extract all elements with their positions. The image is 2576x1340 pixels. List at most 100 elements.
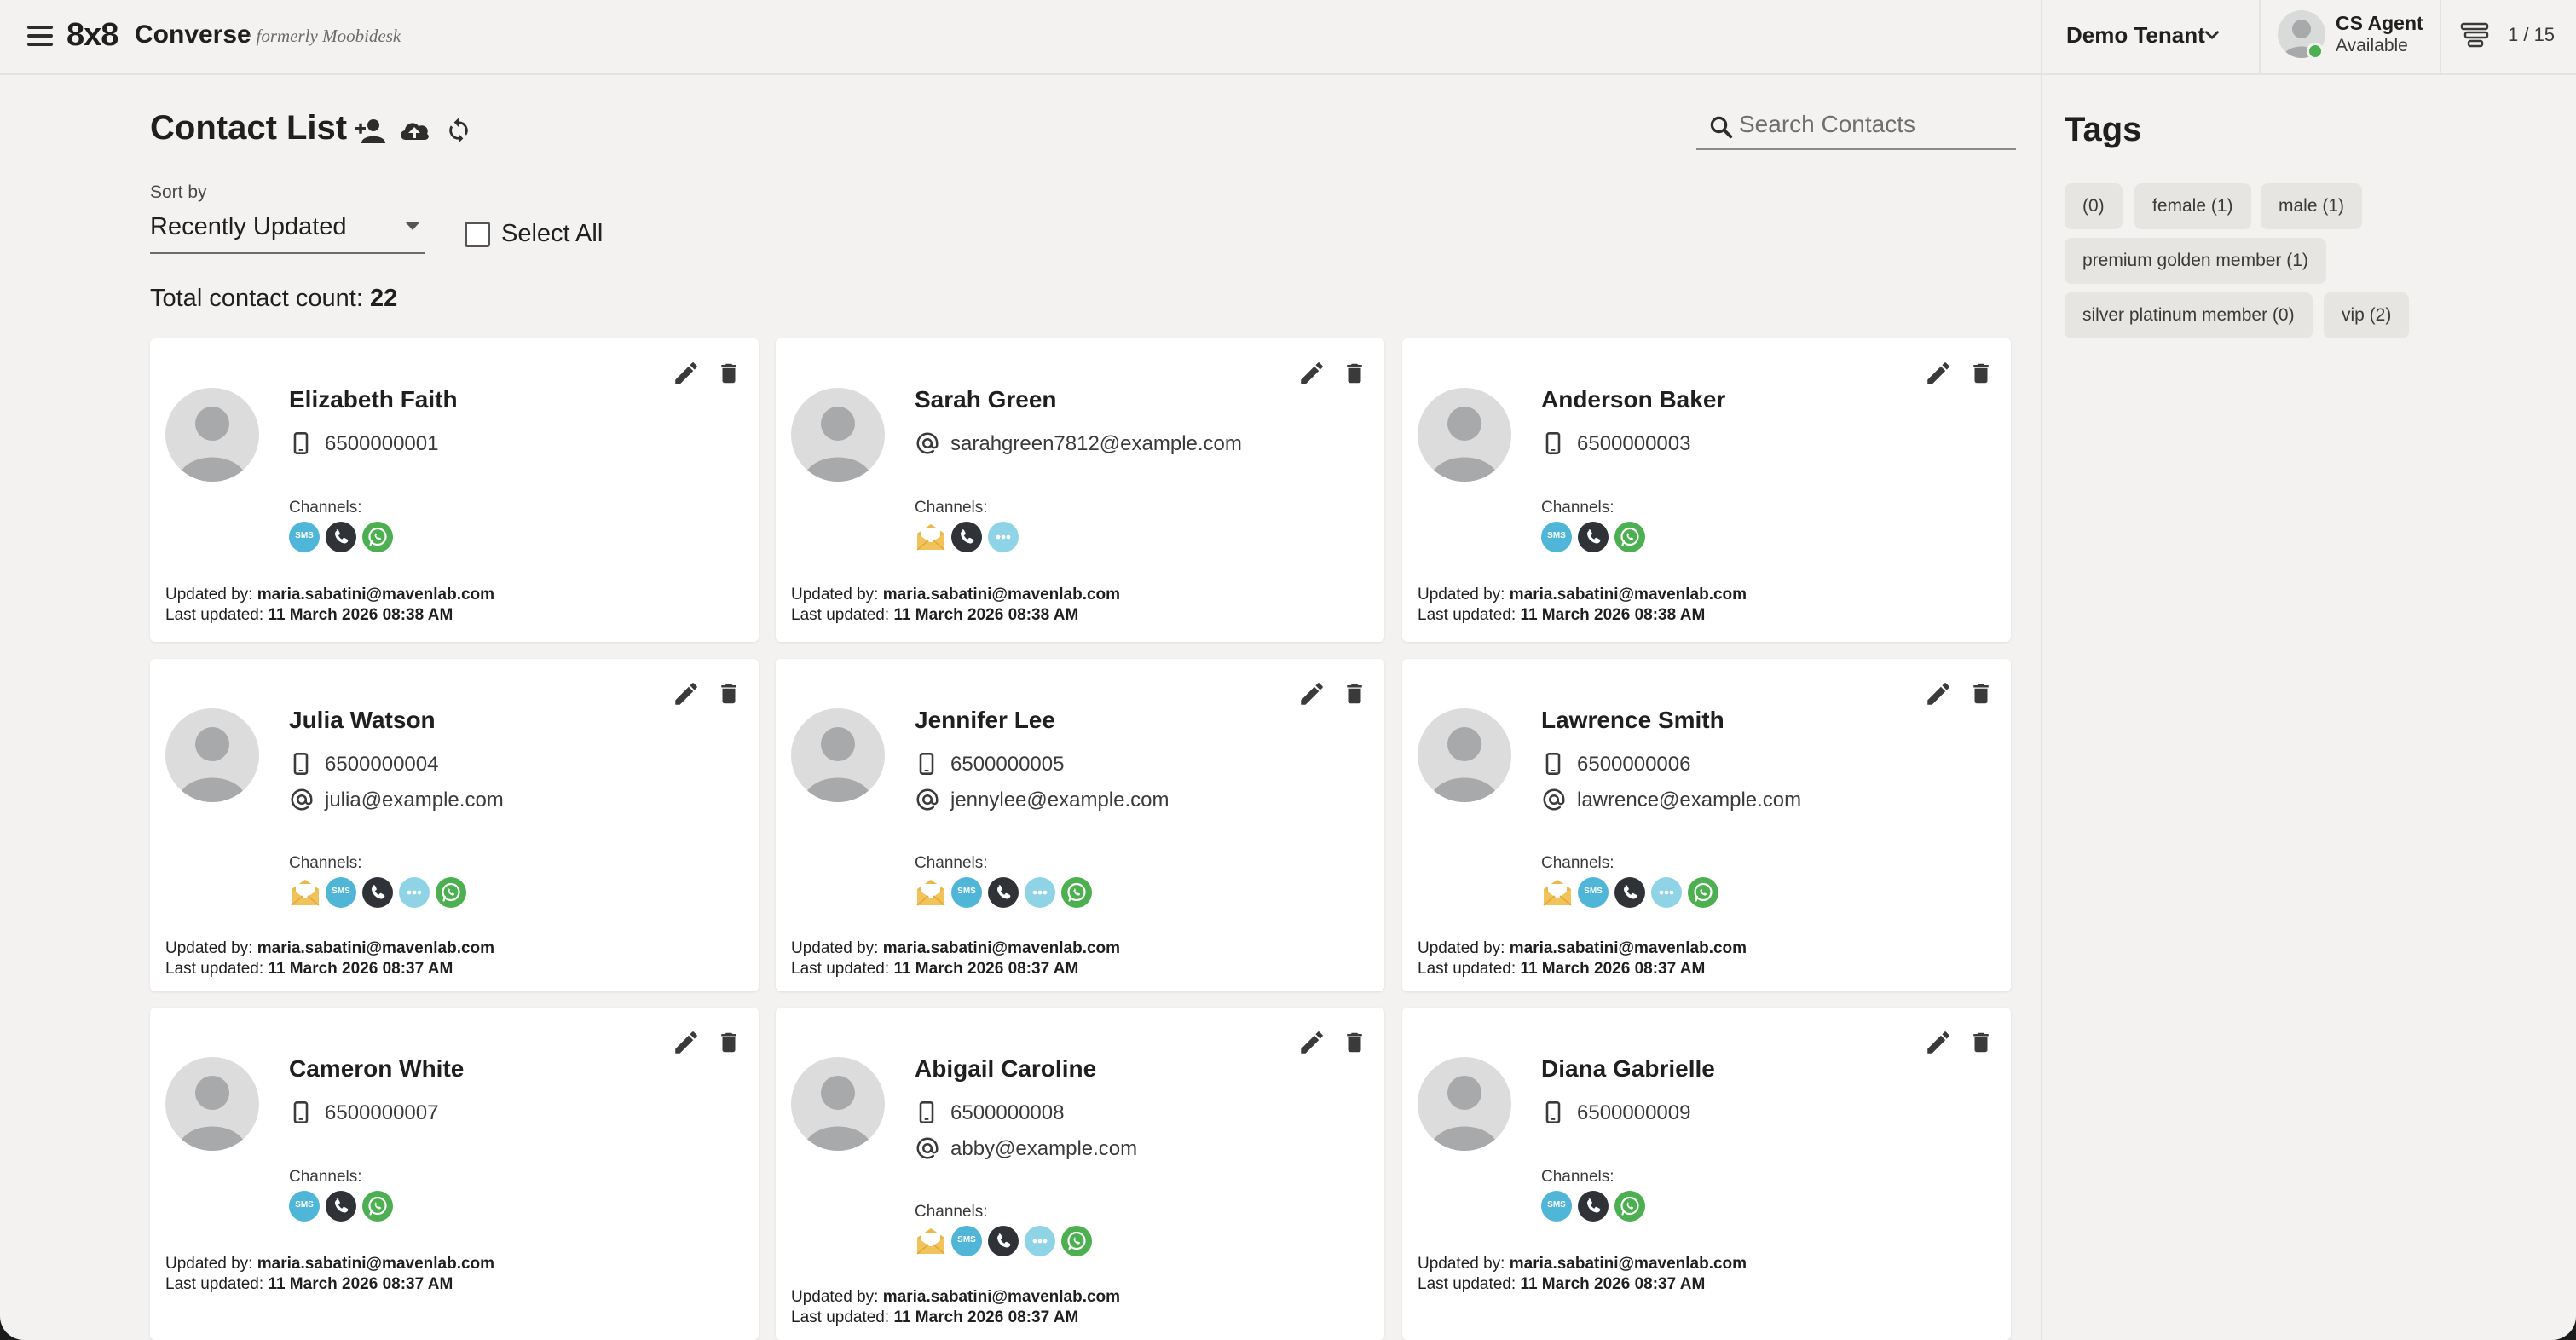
webchat-channel-icon[interactable]	[1651, 877, 1682, 908]
sms-channel-icon[interactable]: SMS	[951, 877, 982, 908]
edit-icon[interactable]	[672, 679, 701, 713]
avatar[interactable]	[1418, 1057, 1511, 1151]
add-contact-icon[interactable]	[355, 116, 387, 145]
contact-name[interactable]: Jennifer Lee	[915, 707, 1055, 734]
edit-icon[interactable]	[672, 359, 701, 392]
contact-name[interactable]: Lawrence Smith	[1541, 707, 1724, 734]
contact-name[interactable]: Elizabeth Faith	[289, 386, 458, 413]
edit-icon[interactable]	[1297, 1028, 1326, 1061]
contact-card[interactable]: Anderson Baker 6500000003 Channels: SMS Upda…	[1402, 338, 2011, 642]
phone-channel-icon[interactable]	[1578, 522, 1609, 552]
contact-card[interactable]: Cameron White 6500000007 Channels: SMS Updat…	[150, 1008, 759, 1340]
email-channel-icon[interactable]	[289, 877, 320, 908]
whatsapp-channel-icon[interactable]	[362, 1191, 393, 1222]
sms-channel-icon[interactable]: SMS	[289, 1191, 320, 1222]
delete-icon[interactable]	[1968, 679, 1994, 713]
refresh-icon[interactable]	[445, 116, 472, 145]
edit-icon[interactable]	[1297, 679, 1326, 713]
delete-icon[interactable]	[716, 679, 742, 713]
tag-chip[interactable]: female (1)	[2134, 183, 2251, 229]
sms-channel-icon[interactable]: SMS	[1541, 1191, 1572, 1222]
whatsapp-channel-icon[interactable]	[1614, 522, 1645, 552]
contact-name[interactable]: Anderson Baker	[1541, 386, 1725, 413]
phone-channel-icon[interactable]	[1578, 1191, 1609, 1222]
email-channel-icon[interactable]	[915, 522, 945, 552]
sms-channel-icon[interactable]: SMS	[326, 877, 356, 908]
select-all-label[interactable]: Select All	[501, 220, 603, 248]
edit-icon[interactable]	[1297, 359, 1326, 392]
delete-icon[interactable]	[1342, 679, 1367, 713]
menu-icon[interactable]	[27, 26, 53, 46]
webchat-channel-icon[interactable]	[1025, 877, 1055, 908]
edit-icon[interactable]	[1924, 359, 1953, 392]
contact-name[interactable]: Diana Gabrielle	[1541, 1055, 1715, 1083]
sms-channel-icon[interactable]: SMS	[951, 1226, 982, 1256]
edit-icon[interactable]	[1924, 679, 1953, 713]
whatsapp-channel-icon[interactable]	[1688, 877, 1718, 908]
contact-name[interactable]: Abigail Caroline	[915, 1055, 1096, 1083]
avatar[interactable]	[165, 708, 259, 802]
header-divider	[2041, 0, 2042, 75]
phone-channel-icon[interactable]	[988, 877, 1019, 908]
delete-icon[interactable]	[1342, 359, 1367, 392]
avatar[interactable]	[791, 708, 885, 802]
whatsapp-channel-icon[interactable]	[1061, 1226, 1092, 1256]
contact-card[interactable]: Abigail Caroline 6500000008 abby@example.c…	[776, 1008, 1384, 1340]
phone-channel-icon[interactable]	[326, 1191, 356, 1222]
queue-icon[interactable]	[2458, 19, 2492, 53]
email-channel-icon[interactable]	[915, 1226, 945, 1256]
delete-icon[interactable]	[1342, 1028, 1367, 1061]
whatsapp-channel-icon[interactable]	[1614, 1191, 1645, 1222]
sms-channel-icon[interactable]: SMS	[1541, 522, 1572, 552]
tag-chip[interactable]: (0)	[2065, 183, 2123, 229]
avatar[interactable]	[165, 388, 259, 482]
sms-channel-icon[interactable]: SMS	[289, 522, 320, 552]
tag-chip[interactable]: male (1)	[2261, 183, 2363, 229]
contact-card[interactable]: Julia Watson 6500000004 julia@example.com C…	[150, 659, 759, 991]
email-channel-icon[interactable]	[915, 877, 945, 908]
avatar[interactable]	[791, 1057, 885, 1151]
contact-card[interactable]: Lawrence Smith 6500000006 lawrence@example…	[1402, 659, 2011, 991]
edit-icon[interactable]	[1924, 1028, 1953, 1061]
delete-icon[interactable]	[716, 1028, 742, 1061]
sort-dropdown[interactable]: Recently Updated	[150, 205, 425, 254]
header-divider	[2259, 0, 2261, 75]
webchat-channel-icon[interactable]	[399, 877, 430, 908]
contact-card[interactable]: Jennifer Lee 6500000005 jennylee@example.c…	[776, 659, 1384, 991]
whatsapp-channel-icon[interactable]	[362, 522, 393, 552]
whatsapp-channel-icon[interactable]	[1061, 877, 1092, 908]
webchat-channel-icon[interactable]	[1025, 1226, 1055, 1256]
phone-channel-icon[interactable]	[951, 522, 982, 552]
tag-chip[interactable]: premium golden member (1)	[2065, 238, 2326, 284]
edit-icon[interactable]	[672, 1028, 701, 1061]
contact-name[interactable]: Cameron White	[289, 1055, 464, 1083]
avatar[interactable]	[165, 1057, 259, 1151]
upload-icon[interactable]	[397, 116, 431, 145]
contact-card[interactable]: Elizabeth Faith 6500000001 Channels: SMS Upd…	[150, 338, 759, 642]
avatar[interactable]	[1418, 388, 1511, 482]
delete-icon[interactable]	[716, 359, 742, 392]
chevron-down-icon[interactable]	[2201, 24, 2223, 46]
tag-chip[interactable]: silver platinum member (0)	[2065, 292, 2313, 338]
phone-channel-icon[interactable]	[1614, 877, 1645, 908]
avatar[interactable]	[1418, 708, 1511, 802]
contact-card[interactable]: Sarah Green sarahgreen7812@example.com Cha…	[776, 338, 1384, 642]
sms-channel-icon[interactable]: SMS	[1578, 877, 1609, 908]
whatsapp-channel-icon[interactable]	[436, 877, 466, 908]
select-all-checkbox[interactable]	[465, 222, 490, 247]
tenant-selector[interactable]: Demo Tenant	[2066, 22, 2205, 49]
email-channel-icon[interactable]	[1541, 877, 1572, 908]
phone-channel-icon[interactable]	[362, 877, 393, 908]
delete-icon[interactable]	[1968, 359, 1994, 392]
webchat-channel-icon[interactable]	[988, 522, 1019, 552]
tag-chip[interactable]: vip (2)	[2324, 292, 2410, 338]
contact-name[interactable]: Julia Watson	[289, 707, 436, 734]
search-input[interactable]	[1739, 107, 2012, 142]
agent-status[interactable]: Available	[2336, 36, 2408, 56]
contact-card[interactable]: Diana Gabrielle 6500000009 Channels: SMS Upd…	[1402, 1008, 2011, 1340]
avatar[interactable]	[791, 388, 885, 482]
contact-name[interactable]: Sarah Green	[915, 386, 1057, 413]
phone-channel-icon[interactable]	[326, 522, 356, 552]
phone-channel-icon[interactable]	[988, 1226, 1019, 1256]
delete-icon[interactable]	[1968, 1028, 1994, 1061]
